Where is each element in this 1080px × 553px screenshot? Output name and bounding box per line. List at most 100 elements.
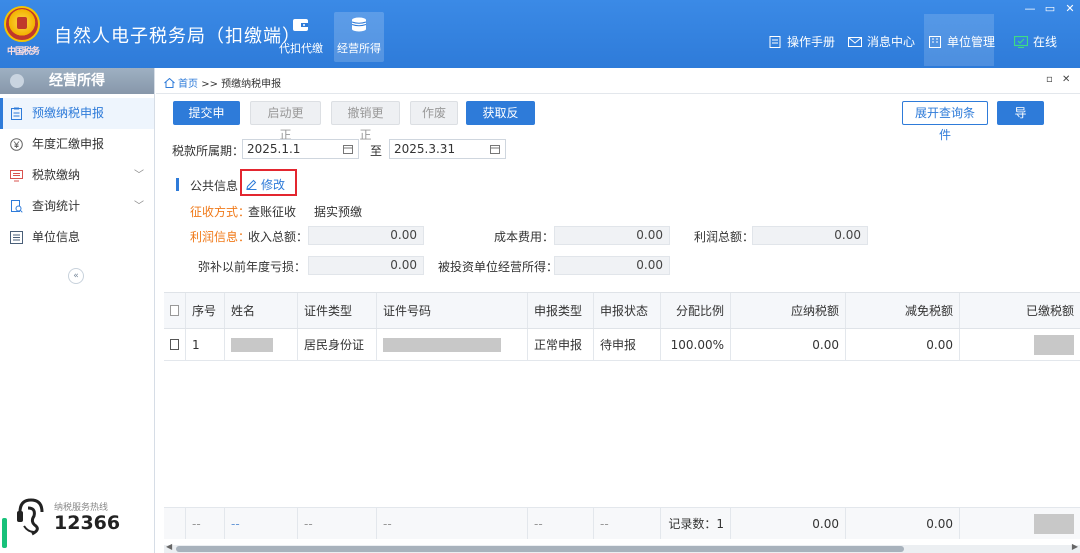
sidebar-item-payment[interactable]: 税款缴纳 ﹀ — [0, 160, 154, 191]
manual-link[interactable]: 操作手册 — [768, 34, 835, 50]
document-icon — [769, 36, 781, 48]
unit-mgmt-label: 单位管理 — [947, 35, 996, 49]
profit-info-label: 利润信息： — [190, 230, 251, 244]
redacted-foot-tax-paid — [1034, 513, 1074, 534]
foot-blank — [164, 508, 186, 539]
chevron-down-icon: ﹀ — [134, 201, 144, 212]
breadcrumb-home[interactable]: 首页 — [178, 79, 198, 90]
scrollbar-thumb[interactable] — [176, 546, 904, 552]
search-doc-icon — [11, 200, 23, 213]
col-tax-reduction: 减免税额 — [846, 293, 960, 328]
cost-label: 成本费用： — [494, 230, 555, 244]
headset-icon — [17, 498, 44, 536]
sidebar-item-unit-info[interactable]: 单位信息 — [0, 222, 154, 253]
cell-decl-type: 正常申报 — [528, 329, 594, 360]
col-id-number: 证件号码 — [377, 293, 528, 328]
close-tab-icon[interactable]: ✕ — [1062, 74, 1070, 85]
period-to: 至 — [370, 144, 383, 158]
sidebar-item-query[interactable]: 查询统计 ﹀ — [0, 191, 154, 222]
col-tax-paid: 已缴税额 — [1025, 304, 1074, 318]
cell-tax-paid — [960, 329, 1080, 360]
col-ratio: 分配比例 — [661, 293, 731, 328]
online-status[interactable]: 在线 — [1014, 34, 1057, 50]
sidebar-title-text: 经营所得 — [49, 73, 105, 89]
redacted-id-number — [383, 337, 501, 352]
hotline-number: 12366 — [54, 512, 121, 534]
section-marker — [176, 178, 179, 191]
col-tax-payable: 应纳税额 — [731, 293, 846, 328]
calendar-icon[interactable] — [490, 144, 500, 154]
online-label: 在线 — [1033, 35, 1058, 49]
expand-query-button[interactable]: 展开查询条件 — [902, 101, 988, 142]
home-icon[interactable] — [164, 78, 175, 88]
void-button[interactable]: 作废 — [410, 101, 458, 125]
cell-id-type: 居民身份证 — [298, 329, 377, 360]
header-checkbox-cell[interactable] — [164, 293, 186, 328]
collection-method-value: 查账征收 — [248, 205, 297, 219]
sidebar-item-prepay[interactable]: 预缴纳税申报 — [0, 98, 154, 129]
scroll-left-icon[interactable]: ◀ — [166, 542, 172, 551]
pencil-icon — [246, 179, 257, 190]
manual-label: 操作手册 — [787, 35, 836, 49]
nav-withholding[interactable]: 代扣代缴 — [276, 12, 326, 62]
submit-button[interactable]: 提交申报 — [173, 101, 240, 142]
foot-record-count: 记录数：1 — [661, 508, 731, 539]
total-profit-label: 利润总额： — [694, 230, 755, 244]
horizontal-scrollbar[interactable]: ◀ ▶ — [164, 542, 1080, 553]
start-correction-button[interactable]: 启动更正 — [250, 101, 321, 142]
period-label: 税款所属期： — [172, 144, 245, 158]
foot-tax-paid — [960, 508, 1080, 539]
cancel-correction-button[interactable]: 撤销更正 — [331, 101, 400, 142]
loss-offset-label: 弥补以前年度亏损： — [198, 260, 307, 274]
period-end-input[interactable]: 2025.3.31 — [389, 139, 506, 159]
period-end-value: 2025.3.31 — [394, 142, 456, 156]
total-income-label: 收入总额： — [248, 230, 309, 244]
table-header: 序号 姓名 证件类型 证件号码 申报类型 申报状态 分配比例 应纳税额 减免税额… — [164, 293, 1080, 329]
cell-decl-status: 待申报 — [594, 329, 661, 360]
row-checkbox-cell[interactable] — [164, 329, 186, 360]
foot-decl-status: -- — [594, 508, 661, 539]
period-start-value: 2025.1.1 — [247, 142, 301, 156]
edit-link[interactable]: 修改 — [246, 176, 285, 193]
calendar-icon[interactable] — [343, 144, 353, 154]
chevron-down-icon: ﹀ — [134, 170, 144, 181]
col-seq: 序号 — [186, 293, 225, 328]
nav-business-income[interactable]: 经营所得 — [334, 12, 384, 62]
list-icon — [10, 231, 23, 244]
coins-icon — [351, 17, 367, 32]
investee-income-field: 0.00 — [554, 256, 670, 275]
sidebar-item-annual[interactable]: 年度汇缴申报 — [0, 129, 154, 160]
close-window-icon[interactable]: ✕ — [1062, 2, 1078, 15]
sidebar: 经营所得 预缴纳税申报 年度汇缴申报 税款缴纳 ﹀ 查询统计 ﹀ 单位信息 « … — [0, 68, 155, 553]
select-all-checkbox[interactable] — [170, 305, 179, 316]
cell-name — [225, 329, 298, 360]
sidebar-item-label: 单位信息 — [32, 230, 81, 244]
table-row[interactable]: 1 居民身份证 正常申报 待申报 100.00% 0.00 0.00 — [164, 329, 1080, 361]
sidebar-collapse-button[interactable]: « — [68, 268, 84, 284]
app-title: 自然人电子税务局（扣缴端） — [54, 26, 301, 47]
row-checkbox[interactable] — [170, 339, 179, 350]
clipboard-icon — [11, 107, 22, 120]
prepay-basis: 据实预缴 — [314, 205, 363, 219]
restore-icon[interactable]: ▭ — [1042, 2, 1058, 15]
foot-id-number: -- — [377, 508, 528, 539]
foot-id-type: -- — [298, 508, 377, 539]
foot-seq: -- — [186, 508, 225, 539]
foot-name: -- — [225, 508, 298, 539]
export-button[interactable]: 导出 — [997, 101, 1044, 142]
mail-icon — [848, 37, 862, 47]
scroll-right-icon[interactable]: ▶ — [1072, 542, 1078, 551]
get-feedback-button[interactable]: 获取反馈 — [466, 101, 535, 142]
total-profit-field: 0.00 — [752, 226, 868, 245]
period-start-input[interactable]: 2025.1.1 — [242, 139, 359, 159]
message-center-link[interactable]: 消息中心 — [848, 34, 915, 50]
col-decl-type: 申报类型 — [528, 293, 594, 328]
unit-mgmt-link[interactable]: 单位管理 — [928, 34, 995, 50]
maximize-tab-icon[interactable]: ▫ — [1046, 74, 1053, 85]
main-panel: 首页 >> 预缴纳税申报 ▫ ✕ 提交申报 启动更正 撤销更正 作废 获取反馈 … — [156, 68, 1080, 553]
minimize-icon[interactable]: — — [1022, 2, 1038, 15]
col-decl-status: 申报状态 — [594, 293, 661, 328]
redacted-name — [231, 337, 273, 352]
table-footer: -- -- -- -- -- -- 记录数：1 0.00 0.00 — [164, 507, 1080, 539]
wallet-icon — [293, 19, 308, 31]
